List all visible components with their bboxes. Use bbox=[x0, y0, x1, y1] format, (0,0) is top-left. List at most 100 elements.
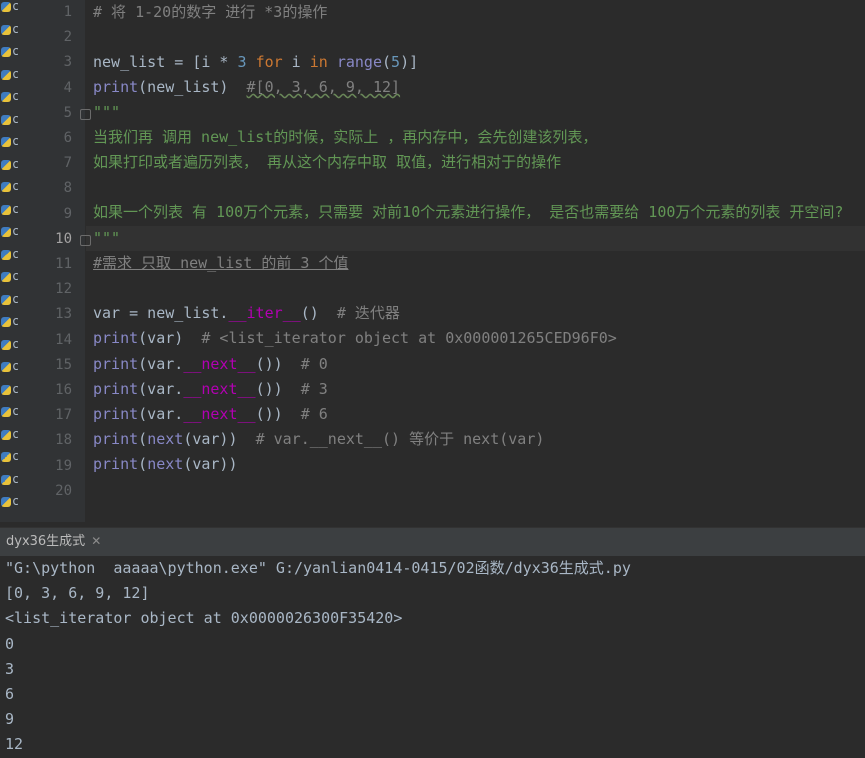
project-file-item[interactable]: c bbox=[0, 21, 18, 41]
python-file-icon bbox=[1, 497, 11, 507]
comment: #[0, 3, 6, 9, 12] bbox=[246, 78, 401, 96]
code-line-16[interactable]: print(var.__next__()) # 3 bbox=[93, 377, 328, 402]
code-line-13[interactable]: var = new_list.__iter__() # 迭代器 bbox=[93, 301, 400, 326]
fold-marker-icon[interactable] bbox=[80, 108, 91, 120]
project-file-item[interactable]: c bbox=[0, 178, 18, 198]
code-text: ()) bbox=[255, 405, 301, 423]
line-number: 8 bbox=[63, 180, 72, 197]
project-file-item[interactable]: c bbox=[0, 88, 18, 108]
code-line-4[interactable]: print(new_list) #[0, 3, 6, 9, 12] bbox=[93, 75, 400, 100]
line-number-gutter: 1 2 3 4 5 6 7 8 9 10 11 12 13 14 15 16 17 18 19 20 bbox=[18, 0, 85, 522]
code-line-19[interactable]: print(next(var)) bbox=[93, 452, 238, 477]
project-file-item[interactable]: c bbox=[0, 448, 18, 468]
project-file-strip: ccccccccccccccccccccccc bbox=[0, 0, 18, 522]
python-file-icon bbox=[1, 92, 11, 102]
project-file-item[interactable]: c bbox=[0, 336, 18, 356]
project-file-item[interactable]: c bbox=[0, 358, 18, 378]
project-file-item[interactable]: c bbox=[0, 426, 18, 446]
number-literal: 3 bbox=[237, 53, 247, 71]
dunder-method: __iter__ bbox=[228, 304, 301, 322]
console-line: [0, 3, 6, 9, 12] bbox=[5, 584, 150, 603]
project-file-item[interactable]: c bbox=[0, 313, 18, 333]
project-file-item[interactable]: c bbox=[0, 493, 18, 513]
code-line-6[interactable]: 当我们再 调用 new_list的时候，实际上 ，再内存中，会先创建该列表， bbox=[93, 125, 597, 150]
code-area[interactable]: # 将 1-20的数字 进行 *3的操作 new_list = [i * 3 f… bbox=[86, 0, 865, 522]
close-icon[interactable]: ✕ bbox=[91, 534, 101, 548]
code-text: ( bbox=[382, 53, 392, 71]
code-text: (new_list) bbox=[138, 78, 247, 96]
line-number: 2 bbox=[63, 29, 72, 46]
project-file-item[interactable]: c bbox=[0, 246, 18, 266]
keyword: for bbox=[255, 53, 283, 71]
python-file-icon bbox=[1, 69, 11, 80]
project-file-item[interactable]: c bbox=[0, 381, 18, 401]
builtin-function: print bbox=[93, 355, 139, 373]
project-file-item[interactable]: c bbox=[0, 223, 18, 243]
python-file-icon bbox=[1, 227, 11, 237]
python-file-icon bbox=[1, 362, 11, 372]
line-number: 19 bbox=[55, 457, 72, 474]
code-text: (var)) bbox=[183, 430, 256, 448]
builtin-function: next bbox=[147, 430, 184, 448]
dunder-method: __next__ bbox=[183, 355, 256, 373]
code-text: (var) bbox=[138, 329, 202, 347]
python-file-icon bbox=[1, 159, 11, 170]
python-file-icon bbox=[1, 47, 11, 57]
comment: # 迭代器 bbox=[336, 304, 400, 322]
project-file-item[interactable]: c bbox=[0, 66, 18, 86]
code-line-5[interactable]: """ bbox=[93, 100, 120, 125]
project-file-item[interactable]: c bbox=[0, 471, 18, 491]
python-file-icon bbox=[1, 339, 11, 350]
python-file-icon bbox=[1, 384, 11, 395]
project-file-item[interactable]: c bbox=[0, 111, 18, 131]
line-number: 5 bbox=[63, 104, 72, 121]
python-file-icon bbox=[1, 407, 11, 417]
line-number: 10 bbox=[55, 230, 72, 247]
line-number: 16 bbox=[55, 382, 72, 398]
line-number: 15 bbox=[55, 356, 72, 373]
builtin-function: print bbox=[93, 380, 139, 398]
console-line: <list_iterator object at 0x0000026300F35… bbox=[5, 609, 403, 628]
code-line-14[interactable]: print(var) # <list_iterator object at 0x… bbox=[93, 326, 617, 351]
line-number: 13 bbox=[55, 306, 72, 323]
project-file-item[interactable]: c bbox=[0, 133, 18, 153]
project-file-item[interactable]: c bbox=[0, 201, 18, 221]
dunder-method: __next__ bbox=[183, 405, 256, 423]
project-file-item[interactable]: c bbox=[0, 43, 18, 63]
tab-run-config[interactable]: dyx36生成式 ✕ bbox=[0, 528, 108, 558]
console-line: 0 bbox=[5, 634, 15, 653]
project-file-item[interactable]: c bbox=[0, 156, 18, 176]
code-line-9[interactable]: 如果一个列表 有 100万个元素，只需要 对前10个元素进行操作， 是否也需要给… bbox=[93, 200, 843, 225]
code-line-15[interactable]: print(var.__next__()) # 0 bbox=[93, 352, 328, 377]
console-line: 6 bbox=[5, 685, 15, 703]
project-file-item[interactable]: c bbox=[0, 268, 18, 288]
project-file-item[interactable]: c bbox=[0, 403, 18, 423]
code-text: new_list = [i * bbox=[93, 53, 238, 71]
python-file-icon bbox=[1, 182, 11, 192]
console-line: 3 bbox=[5, 659, 15, 678]
code-line-18[interactable]: print(next(var)) # var.__next__() 等价于 ne… bbox=[93, 427, 544, 452]
code-line-3[interactable]: new_list = [i * 3 for i in range(5)] bbox=[93, 50, 418, 75]
project-file-item[interactable]: c bbox=[0, 291, 18, 311]
fold-marker-icon[interactable] bbox=[80, 234, 91, 246]
comment: # 6 bbox=[300, 405, 328, 423]
code-text: (var. bbox=[138, 405, 184, 423]
python-file-icon bbox=[1, 429, 11, 440]
run-console-output[interactable]: "G:\python aaaaa\python.exe" G:/yanlian0… bbox=[0, 556, 865, 758]
code-line-11[interactable]: #需求 只取 new_list 的前 3 个值 bbox=[93, 251, 348, 276]
project-file-item[interactable]: c bbox=[0, 0, 18, 18]
code-line-17[interactable]: print(var.__next__()) # 6 bbox=[93, 402, 328, 427]
builtin-function: print bbox=[93, 329, 139, 347]
code-text: (var. bbox=[138, 355, 184, 373]
code-editor[interactable]: ccccccccccccccccccccccc 1 2 3 4 5 6 7 8 9 10 11 12 1… bbox=[0, 0, 865, 522]
code-line-7[interactable]: 如果打印或者遍历列表， 再从这个内存中取 取值，进行相对于的操作 bbox=[93, 150, 561, 175]
code-line-1[interactable]: # 将 1-20的数字 进行 *3的操作 bbox=[93, 0, 327, 25]
number-literal: 5 bbox=[391, 53, 401, 71]
code-text: ( bbox=[138, 455, 148, 473]
line-number: 7 bbox=[63, 155, 72, 172]
comment: # 0 bbox=[300, 355, 328, 373]
python-file-icon bbox=[1, 474, 11, 485]
console-line: "G:\python aaaaa\python.exe" G:/yanlian0… bbox=[5, 559, 631, 577]
code-text: ()) bbox=[255, 355, 301, 373]
code-line-10[interactable]: """ bbox=[93, 226, 120, 251]
